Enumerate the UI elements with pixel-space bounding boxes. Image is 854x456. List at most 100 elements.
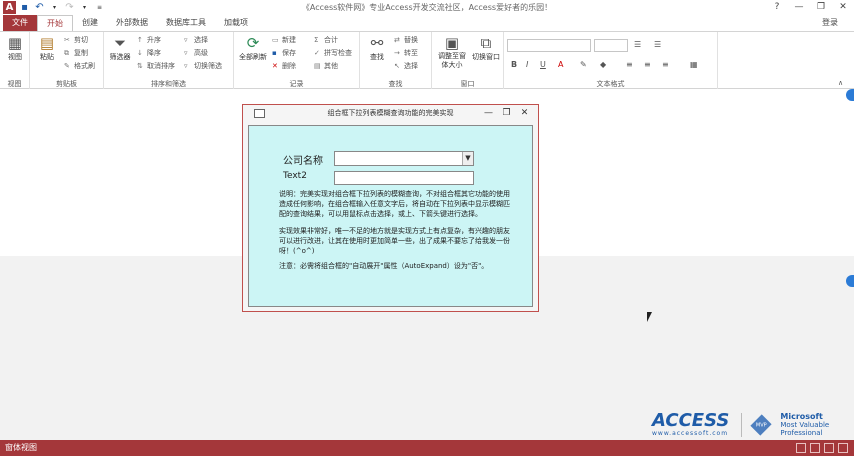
minimize-button[interactable]: — — [788, 0, 810, 15]
form-minimize-button[interactable]: — — [481, 105, 496, 122]
save-record-button[interactable]: ▪ 保存 — [272, 48, 296, 59]
view-button[interactable]: ▦ 视图 — [2, 34, 28, 62]
collapse-ribbon-icon[interactable]: ∧ — [838, 77, 843, 89]
find-label: 查找 — [370, 53, 384, 61]
align-center-icon[interactable]: ≡ — [644, 59, 651, 71]
group-clipboard: ▤ 粘贴 ✂ 剪切 ⧉ 复制 ✎ 格式刷 剪贴板 — [30, 32, 104, 89]
font-color-icon[interactable]: A — [558, 59, 563, 71]
view-icon: ▦ — [7, 34, 23, 52]
tab-add-ins[interactable]: 加载项 — [215, 15, 257, 31]
italic-icon[interactable]: I — [526, 59, 528, 71]
access-logo-url: www.accessoft.com — [652, 430, 729, 437]
find-button[interactable]: ⚯ 查找 — [364, 34, 390, 62]
brush-icon: ✎ — [64, 62, 70, 70]
goto-button[interactable]: → 转至 — [394, 48, 418, 59]
descending-button[interactable]: ↓ 降序 — [137, 48, 161, 59]
underline-icon[interactable]: U — [540, 59, 546, 71]
size-to-fit-icon: ▣ — [444, 34, 460, 52]
group-sort-filter: ⏷ 筛选器 ↑ 升序 ↓ 降序 ⇅ 取消排序 ▿ 选择 ▿ 高级 ▿ 切换筛选 排序和筛选 — [104, 32, 234, 89]
replace-button[interactable]: ⇄ 替换 — [394, 35, 418, 46]
more-button[interactable]: ▤ 其他 — [314, 61, 338, 72]
chevron-down-icon[interactable]: ▼ — [462, 152, 473, 165]
delete-record-button[interactable]: ✕ 删除 — [272, 61, 296, 72]
totals-button[interactable]: Σ 合计 — [314, 35, 338, 46]
new-record-button[interactable]: ▭ 新建 — [272, 35, 296, 46]
selection-label: 选择 — [194, 36, 208, 44]
form-maximize-button[interactable]: ❐ — [499, 105, 514, 122]
mouse-cursor-icon — [647, 312, 652, 322]
remove-sort-button[interactable]: ⇅ 取消排序 — [137, 61, 175, 72]
advanced-button[interactable]: ▿ 高级 — [184, 48, 208, 59]
group-view: ▦ 视图 视图 — [0, 32, 30, 89]
window-controls: ? — ❐ ✕ — [766, 0, 854, 15]
chevron-down-icon[interactable]: ▾ — [48, 1, 61, 14]
scroll-indicator-bottom[interactable] — [846, 275, 854, 287]
form-view-icon[interactable] — [796, 443, 806, 453]
selection-button[interactable]: ▿ 选择 — [184, 35, 208, 46]
form-window-controls: — ❐ ✕ — [481, 105, 532, 122]
descending-label: 降序 — [147, 49, 161, 57]
save-icon[interactable]: ▪ — [18, 1, 31, 14]
group-label-window: 窗口 — [460, 80, 475, 88]
group-text-format: ☰ ☰ B I U A ✎ ◆ ≡ ≡ ≡ ▦ 文本格式 — [504, 32, 718, 89]
remove-sort-icon: ⇅ — [137, 62, 143, 70]
filter-button[interactable]: ⏷ 筛选器 — [107, 34, 133, 62]
undo-icon[interactable]: ↶ — [33, 1, 46, 14]
format-painter-button[interactable]: ✎ 格式刷 — [64, 61, 95, 72]
fill-color-icon[interactable]: ◆ — [600, 59, 606, 71]
mvp-badge-icon: MVP — [750, 413, 772, 436]
access-logo: ACCESS www.accessoft.com — [652, 412, 729, 438]
datasheet-view-icon[interactable] — [810, 443, 820, 453]
access-app-icon[interactable]: A — [3, 1, 16, 14]
layout-view-icon[interactable] — [824, 443, 834, 453]
cut-button[interactable]: ✂ 剪切 — [64, 35, 88, 46]
list-numbered-icon[interactable]: ☰ — [654, 39, 661, 51]
align-left-icon[interactable]: ≡ — [626, 59, 633, 71]
align-right-icon[interactable]: ≡ — [662, 59, 669, 71]
switch-windows-button[interactable]: ⧉ 切换窗口 — [470, 34, 502, 62]
binoculars-icon: ⚯ — [370, 34, 384, 52]
advanced-label: 高级 — [194, 49, 208, 57]
chevron-down-icon[interactable]: ▾ — [78, 1, 91, 14]
new-label: 新建 — [282, 36, 296, 44]
font-name-dropdown[interactable] — [507, 39, 591, 52]
company-name-combobox[interactable]: ▼ — [334, 151, 474, 166]
tab-file[interactable]: 文件 — [3, 15, 37, 31]
copy-button[interactable]: ⧉ 复制 — [64, 48, 88, 59]
tab-home[interactable]: 开始 — [37, 15, 73, 31]
scroll-indicator-top[interactable] — [846, 89, 854, 101]
help-button[interactable]: ? — [766, 0, 788, 15]
size-to-fit-button[interactable]: ▣ 调整至窗体大小 — [435, 34, 469, 70]
group-label-sort-filter: 排序和筛选 — [151, 80, 186, 88]
select-button[interactable]: ↖ 选择 — [394, 61, 418, 72]
ascending-button[interactable]: ↑ 升序 — [137, 35, 161, 46]
text2-input[interactable] — [334, 171, 474, 185]
tab-external-data[interactable]: 外部数据 — [107, 15, 157, 31]
size-to-fit-label: 调整至窗体大小 — [438, 52, 466, 69]
customize-toolbar-icon[interactable]: ≡ — [93, 1, 106, 14]
tab-database-tools[interactable]: 数据库工具 — [157, 15, 215, 31]
group-label-view: 视图 — [7, 80, 22, 88]
toggle-filter-button[interactable]: ▿ 切换筛选 — [184, 61, 222, 72]
toggle-filter-icon: ▿ — [184, 62, 188, 70]
refresh-all-button[interactable]: ⟳ 全部刷新 — [237, 34, 269, 62]
highlight-icon[interactable]: ✎ — [580, 59, 587, 71]
form-close-button[interactable]: ✕ — [517, 105, 532, 122]
tab-create[interactable]: 创建 — [73, 15, 107, 31]
ribbon: ▦ 视图 视图 ▤ 粘贴 ✂ 剪切 ⧉ 复制 ✎ 格式刷 剪贴板 ⏷ 筛选器 ↑ 升序 … — [0, 31, 854, 89]
font-size-dropdown[interactable] — [594, 39, 628, 52]
bold-icon[interactable]: B — [511, 59, 517, 71]
gridlines-icon[interactable]: ▦ — [690, 59, 698, 71]
company-name-label: 公司名称 — [283, 156, 323, 167]
redo-icon[interactable]: ↷ — [63, 1, 76, 14]
group-label-records: 记录 — [289, 80, 304, 88]
paste-button[interactable]: ▤ 粘贴 — [34, 34, 60, 62]
list-icon[interactable]: ☰ — [634, 39, 641, 51]
design-view-icon[interactable] — [838, 443, 848, 453]
login-link[interactable]: 登录 — [822, 15, 838, 31]
spelling-button[interactable]: ✓ 拼写检查 — [314, 48, 352, 59]
close-button[interactable]: ✕ — [832, 0, 854, 15]
maximize-button[interactable]: ❐ — [810, 0, 832, 15]
cursor-icon: ↖ — [394, 62, 400, 70]
switch-windows-label: 切换窗口 — [472, 53, 500, 61]
